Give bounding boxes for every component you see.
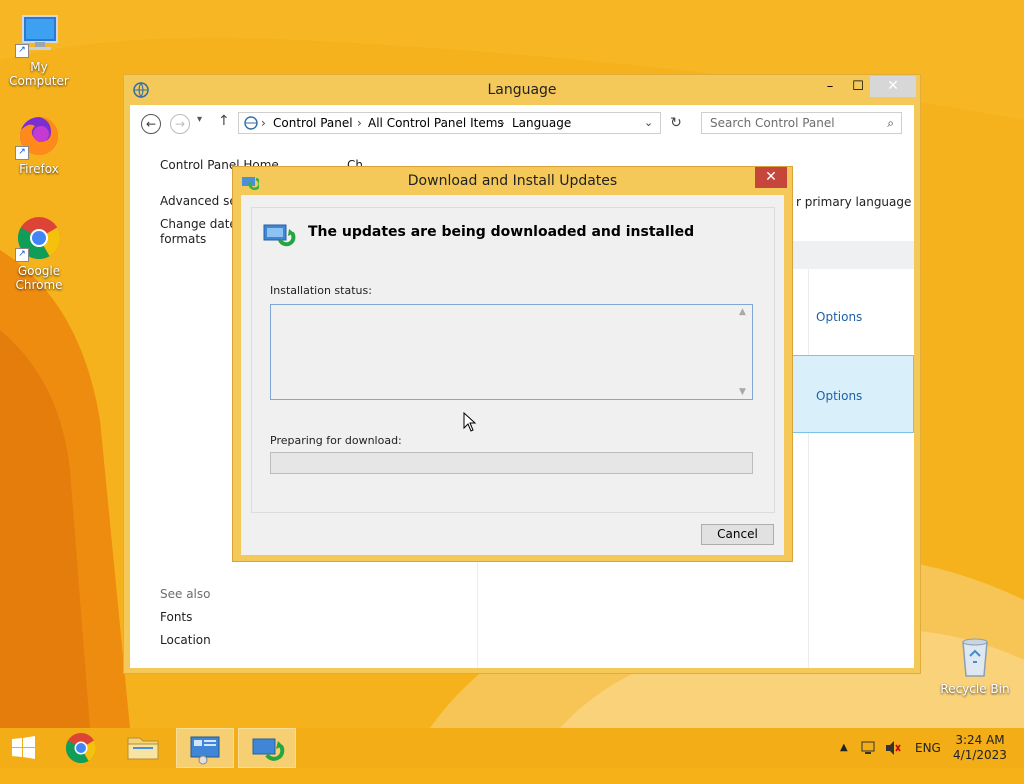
navigation-bar: ← → ▾ ↑ › Control Panel › All Control Pa… — [130, 105, 914, 143]
mouse-cursor — [463, 411, 477, 435]
dialog-heading: The updates are being downloaded and ins… — [308, 224, 695, 240]
installation-status-label: Installation status: — [270, 284, 372, 297]
taskbar-windows-update[interactable] — [238, 728, 296, 768]
computer-icon: ↗ — [15, 10, 63, 58]
windows-logo-icon — [12, 736, 35, 759]
start-button[interactable] — [0, 728, 48, 768]
maximize-button[interactable]: ☐ — [844, 76, 872, 97]
sidebar-link-change-date[interactable]: Change date, — [160, 217, 241, 231]
taskbar-control-panel[interactable] — [176, 728, 234, 768]
control-panel-icon — [190, 736, 220, 765]
installation-status-box[interactable]: ▲ ▼ — [270, 304, 753, 400]
taskbar-chrome[interactable] — [52, 728, 110, 768]
chevron-down-icon[interactable]: ⌄ — [644, 113, 653, 133]
taskbar: ▲ ENG 3:24 AM 4/1/2023 — [0, 728, 1024, 768]
recycle-bin-icon — [951, 632, 999, 680]
breadcrumb-control-panel[interactable]: Control Panel — [273, 113, 353, 133]
clock-date: 4/1/2023 — [953, 748, 1007, 762]
search-placeholder: Search Control Panel — [710, 116, 835, 130]
see-also-heading: See also — [160, 587, 211, 601]
chevron-right-icon: › — [500, 116, 505, 130]
clock[interactable]: 3:24 AM 4/1/2023 — [950, 733, 1010, 763]
cancel-button[interactable]: Cancel — [701, 524, 774, 545]
clock-time: 3:24 AM — [955, 733, 1005, 747]
recent-pages-dropdown-icon[interactable]: ▾ — [197, 114, 202, 125]
network-icon[interactable] — [860, 728, 876, 768]
taskbar-file-explorer[interactable] — [114, 728, 172, 768]
breadcrumb-all-items[interactable]: All Control Panel Items — [368, 113, 504, 133]
dialog-title: Download and Install Updates — [407, 173, 618, 189]
forward-button[interactable]: → — [170, 114, 190, 134]
dialog-panel: The updates are being downloaded and ins… — [251, 207, 775, 513]
scrollbar[interactable]: ▲ ▼ — [735, 305, 752, 399]
scroll-down-icon[interactable]: ▼ — [739, 387, 746, 397]
control-panel-icon — [243, 115, 259, 137]
download-progress-bar — [270, 452, 753, 474]
options-link-1[interactable]: Options — [816, 310, 862, 324]
desktop-icon-label: My Computer — [9, 60, 69, 88]
desktop-icon-recycle-bin[interactable]: Recycle Bin — [936, 632, 1014, 696]
desktop-icon-my-computer[interactable]: ↗ My Computer — [0, 10, 78, 88]
desktop-icon-label: Google Chrome — [15, 264, 63, 292]
progress-label: Preparing for download: — [270, 434, 402, 447]
desktop-icon-chrome[interactable]: ↗ Google Chrome — [0, 214, 78, 292]
desktop-icon-label: Recycle Bin — [940, 682, 1010, 696]
dialog-close-button[interactable]: ✕ — [755, 167, 787, 188]
chrome-icon — [65, 733, 97, 764]
input-language-indicator[interactable]: ENG — [915, 728, 941, 768]
close-button[interactable]: ✕ — [870, 76, 916, 97]
show-hidden-icons[interactable]: ▲ — [840, 728, 848, 768]
update-icon — [252, 738, 285, 761]
folder-icon — [127, 737, 159, 760]
primary-language-text: r primary language — [796, 195, 912, 209]
sidebar-link-fonts[interactable]: Fonts — [160, 610, 192, 624]
window-title: Language — [487, 82, 557, 98]
download-updates-dialog: Download and Install Updates ✕ The updat… — [232, 166, 793, 562]
minimize-button[interactable]: – — [816, 76, 844, 97]
speaker-muted-icon[interactable] — [884, 728, 902, 768]
divider — [808, 269, 809, 668]
desktop-icon-label: Firefox — [19, 162, 59, 176]
refresh-icon[interactable]: ↻ — [667, 114, 685, 132]
chevron-right-icon: › — [357, 116, 362, 130]
address-bar[interactable]: › Control Panel › All Control Panel Item… — [238, 112, 661, 134]
update-icon — [263, 222, 297, 251]
options-link-2[interactable]: Options — [816, 389, 862, 403]
chevron-right-icon: › — [261, 116, 266, 130]
sidebar-link-formats[interactable]: formats — [160, 232, 206, 246]
sidebar-link-advanced[interactable]: Advanced set — [160, 194, 241, 208]
chrome-icon: ↗ — [15, 214, 63, 262]
scroll-up-icon[interactable]: ▲ — [739, 307, 746, 317]
up-arrow-icon[interactable]: ↑ — [218, 113, 230, 129]
dialog-client: The updates are being downloaded and ins… — [241, 195, 784, 555]
search-icon: ⌕ — [887, 116, 894, 130]
search-input[interactable]: Search Control Panel ⌕ — [701, 112, 902, 134]
breadcrumb-language[interactable]: Language — [512, 113, 571, 133]
desktop-icon-firefox[interactable]: ↗ Firefox — [0, 112, 78, 176]
sidebar-link-location[interactable]: Location — [160, 633, 211, 647]
firefox-icon: ↗ — [15, 112, 63, 160]
back-button[interactable]: ← — [141, 114, 161, 134]
